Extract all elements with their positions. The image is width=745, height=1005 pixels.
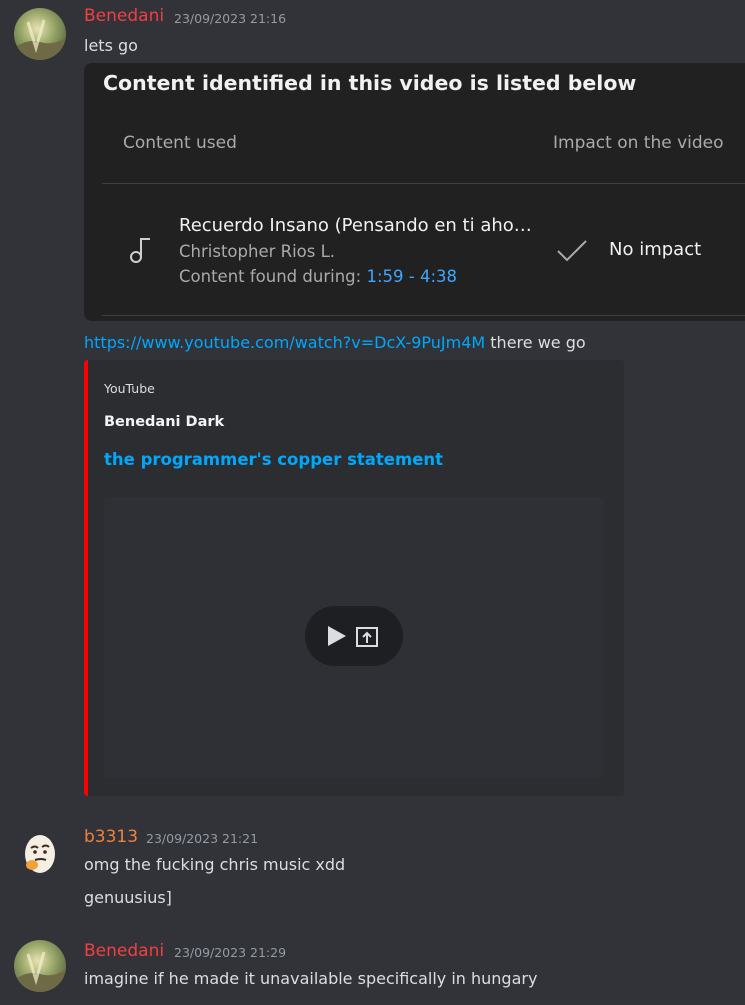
- avatar-benedani[interactable]: [14, 8, 66, 60]
- embed-video-player[interactable]: [104, 497, 604, 778]
- image-attachment[interactable]: Content identified in this video is list…: [84, 63, 745, 321]
- play-controls[interactable]: [305, 606, 403, 666]
- message-timestamp: 23/09/2023 21:21: [146, 831, 259, 846]
- avatar-b3313[interactable]: [14, 826, 66, 878]
- message-text: imagine if he made it unavailable specif…: [84, 969, 538, 988]
- song-artist: Christopher Rios L.: [179, 242, 336, 261]
- message-author[interactable]: b3313: [84, 827, 138, 847]
- content-found-during: Content found during: 1:59 - 4:38: [179, 267, 457, 286]
- embed-provider[interactable]: YouTube: [104, 381, 155, 396]
- message-timestamp: 23/09/2023 21:29: [174, 945, 287, 960]
- checkmark-icon: [556, 239, 588, 267]
- found-time: 1:59 - 4:38: [366, 267, 458, 286]
- divider: [102, 183, 745, 184]
- avatar-benedani[interactable]: [14, 940, 66, 992]
- attachment-heading: Content identified in this video is list…: [103, 71, 637, 95]
- message-text: genuusius]: [84, 888, 172, 907]
- youtube-embed: YouTube Benedani Dark the programmer's c…: [84, 360, 624, 796]
- play-icon[interactable]: [325, 624, 349, 652]
- message-author[interactable]: Benedani: [84, 6, 164, 26]
- song-title: Recuerdo Insano (Pensando en ti aho…: [179, 215, 532, 236]
- embed-title[interactable]: the programmer's copper statement: [104, 450, 443, 469]
- message-text: https://www.youtube.com/watch?v=DcX-9PuJ…: [84, 333, 586, 352]
- message-timestamp: 23/09/2023 21:16: [174, 11, 287, 26]
- column-content-used: Content used: [123, 133, 237, 153]
- message-text: omg the fucking chris music xdd: [84, 855, 346, 874]
- message-author[interactable]: Benedani: [84, 941, 164, 961]
- found-label: Content found during:: [179, 267, 367, 286]
- column-impact: Impact on the video: [553, 133, 724, 153]
- impact-status: No impact: [609, 239, 702, 260]
- youtube-link[interactable]: https://www.youtube.com/watch?v=DcX-9PuJ…: [84, 333, 485, 352]
- open-external-icon[interactable]: [355, 624, 381, 654]
- divider: [102, 315, 745, 316]
- music-note-icon: [128, 235, 156, 269]
- embed-author[interactable]: Benedani Dark: [104, 414, 224, 430]
- message-text: lets go: [84, 36, 138, 55]
- message-text-after-link: there we go: [485, 333, 586, 352]
